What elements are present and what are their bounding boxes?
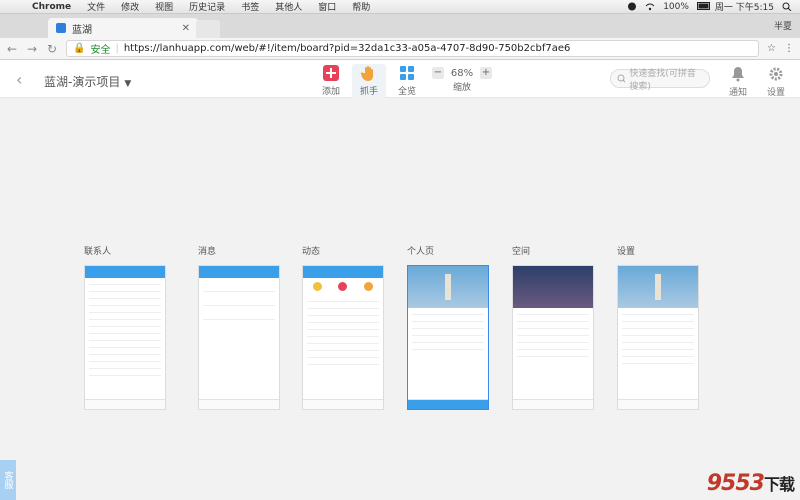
overview-label: 全览: [397, 87, 416, 97]
board-profile[interactable]: 个人页: [407, 244, 489, 410]
board-thumbnail[interactable]: [617, 265, 699, 410]
spotlight-icon[interactable]: [782, 2, 792, 12]
address-bar[interactable]: 🔒 安全 | https://lanhuapp.com/web/#!/item/…: [66, 40, 760, 57]
settings-button[interactable]: 设置: [761, 66, 791, 98]
caret-down-icon: ▼: [124, 79, 132, 89]
tab-title: 蓝湖: [72, 24, 92, 36]
board-thumbnail[interactable]: [84, 265, 166, 410]
battery-percent: 100%: [663, 1, 689, 12]
lanhu-favicon-icon: [56, 23, 66, 33]
grid-icon: [400, 66, 414, 80]
menu-people[interactable]: 其他人: [267, 0, 310, 13]
board-messages[interactable]: 消息: [198, 244, 280, 410]
project-title: 蓝湖-演示项目: [44, 75, 121, 89]
zoom-value: 68%: [450, 67, 474, 79]
bell-icon: [732, 67, 744, 82]
reload-icon[interactable]: ↻: [46, 42, 58, 56]
project-selector[interactable]: 蓝湖-演示项目 ▼: [44, 73, 131, 90]
board-label: 联系人: [84, 247, 112, 257]
add-icon: [323, 65, 339, 81]
clock[interactable]: 周一 下午5:15: [715, 0, 774, 13]
lock-icon: 🔒: [73, 43, 86, 54]
board-canvas[interactable]: 联系人 消息 动态 个人页 空间 设置: [0, 99, 800, 500]
board-label: 空间: [512, 247, 531, 257]
tab-close-icon[interactable]: ✕: [182, 23, 190, 34]
board-label: 个人页: [407, 247, 435, 257]
gear-icon: [769, 67, 783, 81]
browser-toolbar: ← → ↻ 🔒 安全 | https://lanhuapp.com/web/#!…: [0, 38, 800, 60]
browser-profile-name[interactable]: 半夏: [774, 19, 792, 32]
menu-app-name[interactable]: Chrome: [24, 2, 79, 12]
board-feed[interactable]: 动态: [302, 244, 384, 410]
board-settings[interactable]: 设置: [617, 244, 699, 410]
menu-window[interactable]: 窗口: [310, 0, 344, 13]
customer-service-button[interactable]: 客服: [0, 460, 16, 500]
grab-label: 抓手: [359, 87, 378, 97]
browser-tab[interactable]: 蓝湖 ✕: [48, 18, 198, 38]
add-button[interactable]: 添加: [314, 64, 348, 97]
menu-help[interactable]: 帮助: [344, 0, 378, 13]
watermark-brand: 9553: [706, 471, 765, 496]
new-tab-button[interactable]: [196, 20, 220, 38]
browser-menu-icon[interactable]: ⋮: [784, 43, 794, 54]
watermark-logo: 9553下载: [706, 471, 795, 496]
board-label: 消息: [198, 247, 217, 257]
board-thumbnail[interactable]: [302, 265, 384, 410]
menu-file[interactable]: 文件: [79, 0, 113, 13]
back-icon[interactable]: ←: [6, 42, 18, 56]
secure-label: 安全: [90, 45, 111, 56]
overview-button[interactable]: 全览: [390, 64, 424, 97]
search-placeholder: 快速查找(可拼音搜索): [629, 68, 696, 92]
url-separator: |: [115, 43, 119, 54]
menu-bookmarks[interactable]: 书签: [233, 0, 267, 13]
menu-edit[interactable]: 修改: [113, 0, 147, 13]
board-label: 动态: [302, 247, 321, 257]
board-thumbnail[interactable]: [512, 265, 594, 410]
hand-icon: [360, 66, 373, 81]
bookmark-star-icon[interactable]: ☆: [767, 43, 776, 54]
menu-view[interactable]: 视图: [147, 0, 181, 13]
search-icon: [617, 74, 626, 83]
board-thumbnail[interactable]: [198, 265, 280, 410]
record-icon[interactable]: [627, 2, 637, 11]
watermark-suffix: 下载: [763, 475, 795, 494]
back-arrow-icon[interactable]: ‹: [16, 70, 22, 89]
zoom-out-button[interactable]: −: [432, 67, 444, 79]
browser-tabbar: 蓝湖 ✕ 半夏: [0, 14, 800, 38]
wifi-icon[interactable]: [645, 2, 655, 11]
board-thumbnail[interactable]: [407, 265, 489, 410]
app-header: ‹ 蓝湖-演示项目 ▼ 添加 抓手 全览 − 68% + 缩放 快速查找(可拼音搜…: [0, 60, 800, 98]
battery-icon[interactable]: [696, 2, 710, 11]
zoom-label: 缩放: [452, 83, 471, 93]
forward-icon[interactable]: →: [26, 42, 38, 56]
board-space[interactable]: 空间: [512, 244, 594, 410]
search-input[interactable]: 快速查找(可拼音搜索): [610, 69, 710, 92]
url-text[interactable]: https://lanhuapp.com/web/#!/item/board?p…: [124, 43, 571, 54]
board-label: 设置: [617, 247, 636, 257]
settings-label: 设置: [766, 88, 785, 98]
notify-label: 通知: [728, 88, 747, 98]
zoom-control: − 68% + 缩放: [432, 66, 492, 93]
notify-button[interactable]: 通知: [723, 66, 753, 98]
add-label: 添加: [321, 87, 340, 97]
status-area: 100% 周一 下午5:15: [627, 0, 800, 13]
grab-button[interactable]: 抓手: [352, 64, 386, 98]
menu-history[interactable]: 历史记录: [181, 0, 233, 13]
mac-menubar: Chrome 文件 修改 视图 历史记录 书签 其他人 窗口 帮助 100% 周…: [0, 0, 800, 14]
board-contacts[interactable]: 联系人: [84, 244, 166, 410]
zoom-in-button[interactable]: +: [479, 67, 492, 79]
